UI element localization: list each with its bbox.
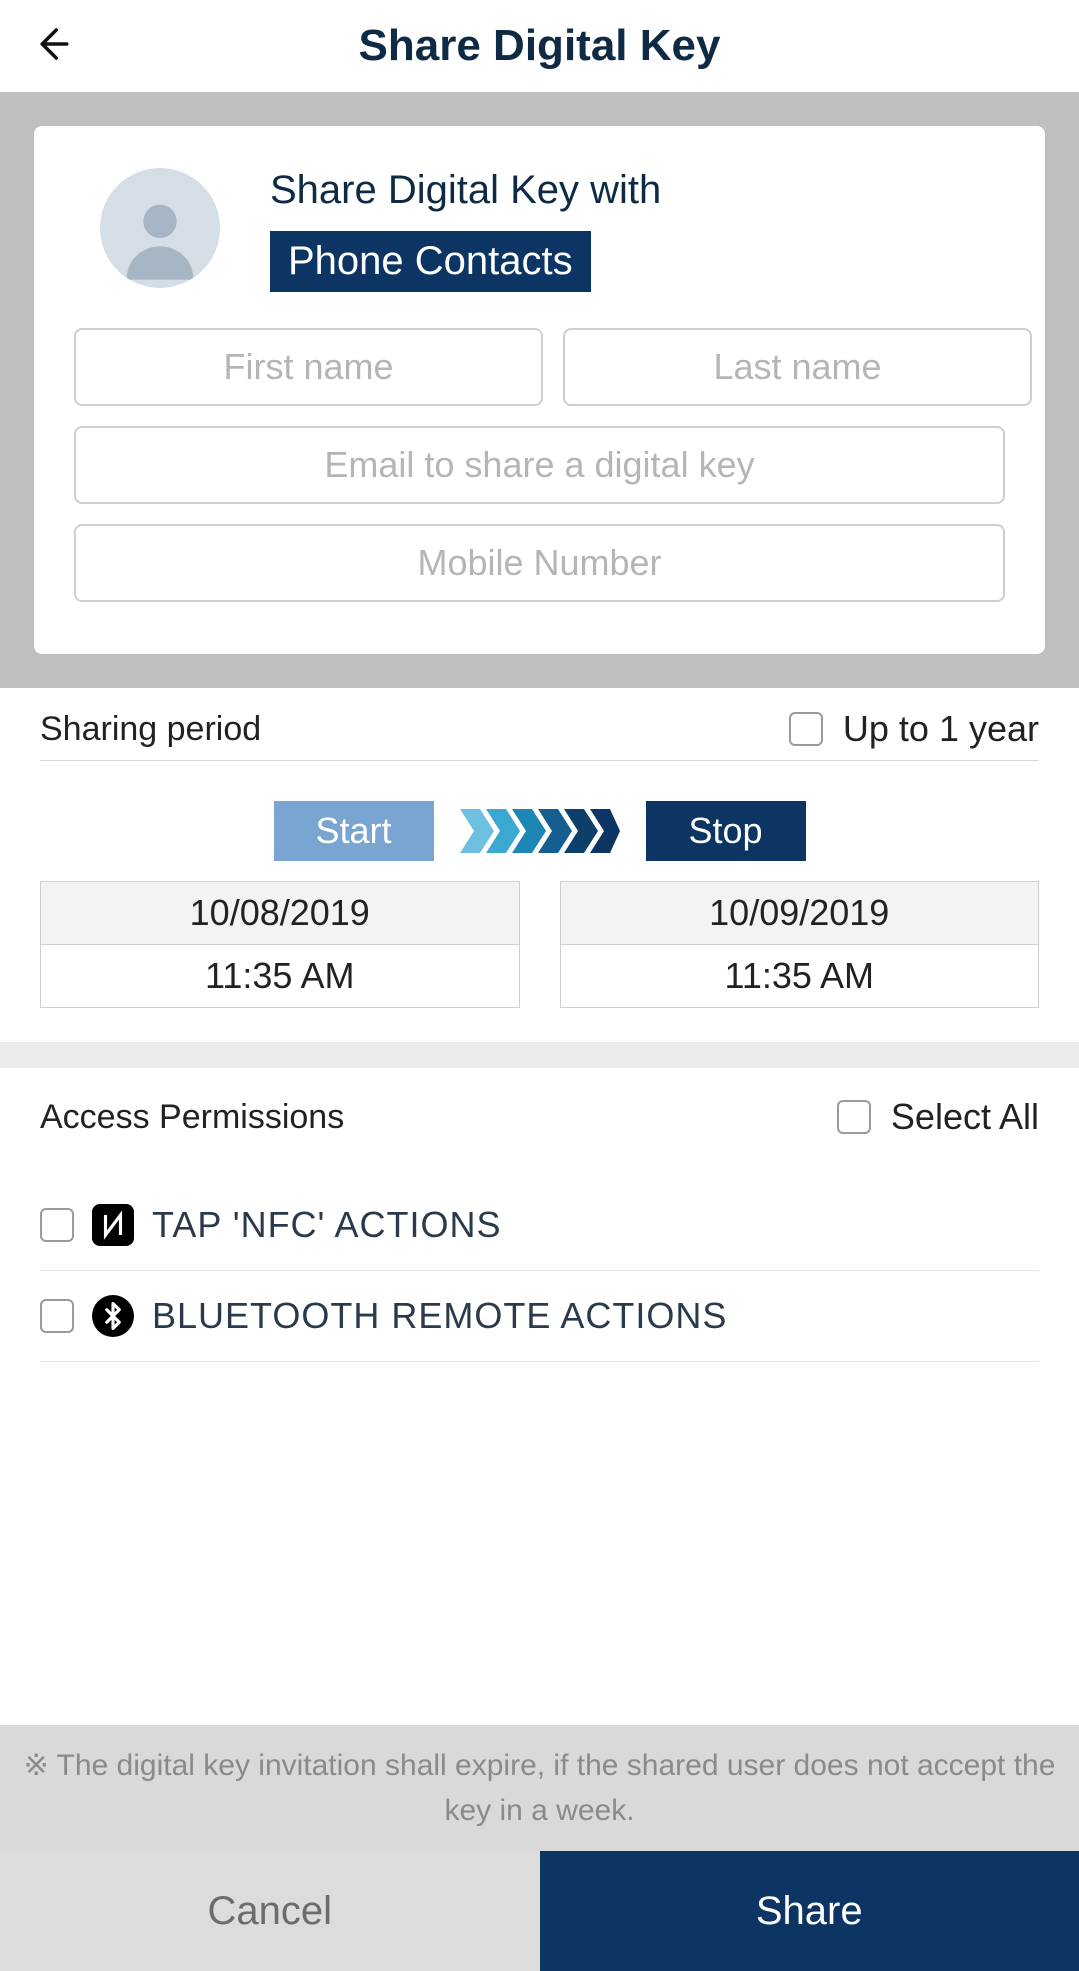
start-time: 11:35 AM (41, 945, 519, 1007)
nfc-label: TAP 'NFC' ACTIONS (152, 1204, 501, 1246)
back-icon[interactable] (30, 23, 72, 70)
page-title: Share Digital Key (359, 21, 721, 71)
permission-nfc[interactable]: TAP 'NFC' ACTIONS (40, 1180, 1039, 1271)
divider (0, 1042, 1079, 1068)
stop-datetime[interactable]: 10/09/2019 11:35 AM (560, 881, 1040, 1008)
footer-note-wrap: ※ The digital key invitation shall expir… (0, 1725, 1079, 1851)
email-input[interactable] (74, 426, 1005, 504)
chevrons-icon (460, 809, 620, 853)
share-button[interactable]: Share (540, 1851, 1079, 1971)
avatar (100, 168, 220, 288)
stop-time: 11:35 AM (561, 945, 1039, 1007)
select-all-checkbox[interactable] (837, 1100, 871, 1134)
sharing-period-title: Sharing period (40, 710, 261, 749)
bluetooth-checkbox[interactable] (40, 1299, 74, 1333)
bluetooth-icon (92, 1295, 134, 1337)
sharing-period-section: Sharing period Up to 1 year Start Stop 1… (0, 688, 1079, 1042)
permissions-title: Access Permissions (40, 1098, 344, 1137)
contact-card: Share Digital Key with Phone Contacts (34, 126, 1045, 654)
start-button[interactable]: Start (274, 801, 434, 861)
nfc-icon (92, 1204, 134, 1246)
contact-section: Share Digital Key with Phone Contacts (0, 92, 1079, 688)
up-to-1-year-label: Up to 1 year (843, 708, 1039, 750)
start-datetime[interactable]: 10/08/2019 11:35 AM (40, 881, 520, 1008)
mobile-input[interactable] (74, 524, 1005, 602)
stop-date: 10/09/2019 (561, 882, 1039, 945)
first-name-input[interactable] (74, 328, 543, 406)
permission-bluetooth[interactable]: BLUETOOTH REMOTE ACTIONS (40, 1271, 1039, 1362)
stop-button[interactable]: Stop (646, 801, 806, 861)
footer-bar: Cancel Share (0, 1851, 1079, 1971)
last-name-input[interactable] (563, 328, 1032, 406)
up-to-1-year-checkbox[interactable] (789, 712, 823, 746)
select-all-label: Select All (891, 1096, 1039, 1138)
phone-contacts-button[interactable]: Phone Contacts (270, 231, 591, 292)
footer-note: ※ The digital key invitation shall expir… (10, 1743, 1069, 1833)
share-with-label: Share Digital Key with (270, 168, 661, 213)
header: Share Digital Key (0, 0, 1079, 92)
permissions-section: Access Permissions Select All TAP 'NFC' … (0, 1068, 1079, 1402)
bluetooth-label: BLUETOOTH REMOTE ACTIONS (152, 1295, 727, 1337)
start-date: 10/08/2019 (41, 882, 519, 945)
nfc-checkbox[interactable] (40, 1208, 74, 1242)
cancel-button[interactable]: Cancel (0, 1851, 540, 1971)
